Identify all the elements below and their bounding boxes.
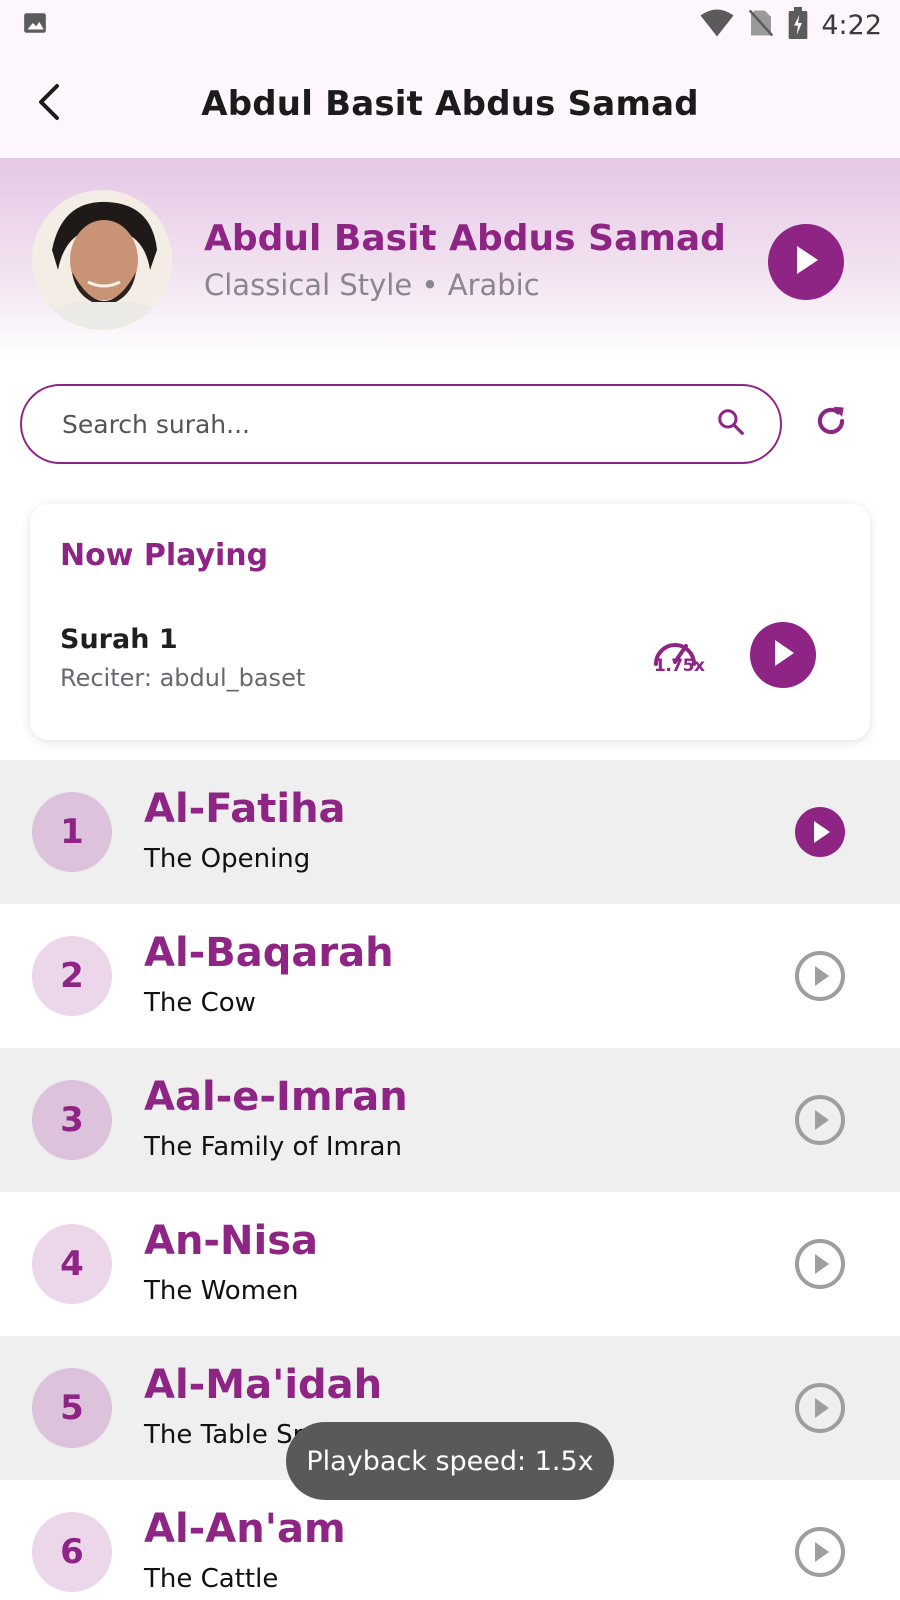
play-button[interactable] [792, 948, 848, 1004]
search-icon[interactable] [716, 407, 746, 442]
surah-number: 1 [32, 792, 112, 872]
surah-meaning: The Women [144, 1276, 299, 1306]
refresh-icon [812, 402, 850, 445]
surah-name: Al-Ma'idah [144, 1362, 383, 1408]
surah-meaning: The Opening [144, 844, 311, 874]
reciter-avatar [32, 190, 172, 330]
play-button[interactable] [792, 1380, 848, 1436]
surah-name: Al-An'am [144, 1506, 346, 1552]
surah-name: Aal-e-Imran [144, 1074, 408, 1120]
reciter-subtitle: Classical Style • Arabic [204, 268, 540, 302]
play-button[interactable] [792, 804, 848, 860]
search-box[interactable] [20, 384, 782, 464]
surah-number: 3 [32, 1080, 112, 1160]
no-sim-icon [747, 8, 775, 43]
play-icon [770, 638, 796, 673]
surah-number: 4 [32, 1224, 112, 1304]
play-outline-icon [795, 1383, 845, 1433]
now-playing-title: Now Playing [60, 538, 269, 573]
status-time: 4:22 [821, 9, 882, 41]
playback-speed-button[interactable]: 1.75x [650, 632, 708, 682]
surah-meaning: The Cattle [144, 1564, 279, 1594]
play-outline-icon [795, 1527, 845, 1577]
speed-label: 1.75x [654, 656, 705, 676]
surah-row[interactable]: 3 Aal-e-Imran The Family of Imran [0, 1048, 900, 1192]
play-filled-icon [795, 807, 845, 857]
surah-number: 2 [32, 936, 112, 1016]
back-button[interactable] [24, 80, 72, 128]
arrow-back-icon [33, 82, 63, 127]
surah-number: 5 [32, 1368, 112, 1448]
surah-number: 6 [32, 1512, 112, 1592]
play-outline-icon [795, 1239, 845, 1289]
surah-name: An-Nisa [144, 1218, 319, 1264]
status-icons: 4:22 [699, 6, 882, 44]
play-button[interactable] [792, 1524, 848, 1580]
now-playing-card: Now Playing Surah 1 Reciter: abdul_baset… [30, 504, 870, 740]
surah-row[interactable]: 2 Al-Baqarah The Cow [0, 904, 900, 1048]
now-playing-reciter: Reciter: abdul_baset [60, 664, 306, 692]
play-all-button[interactable] [768, 224, 844, 300]
now-playing-surah: Surah 1 [60, 624, 178, 655]
play-button[interactable] [792, 1236, 848, 1292]
status-bar: 4:22 [0, 0, 900, 50]
now-playing-play-button[interactable] [750, 622, 816, 688]
page-title: Abdul Basit Abdus Samad [201, 84, 699, 124]
image-icon [22, 10, 48, 41]
reciter-header: Abdul Basit Abdus Samad Classical Style … [0, 158, 900, 358]
search-input[interactable] [62, 409, 716, 439]
surah-meaning: The Family of Imran [144, 1132, 402, 1162]
surah-name: Al-Baqarah [144, 930, 394, 976]
reciter-name: Abdul Basit Abdus Samad [204, 218, 726, 259]
play-button[interactable] [792, 1092, 848, 1148]
surah-meaning: The Cow [144, 988, 256, 1018]
play-outline-icon [795, 1095, 845, 1145]
surah-row[interactable]: 4 An-Nisa The Women [0, 1192, 900, 1336]
battery-charging-icon [787, 6, 809, 44]
play-outline-icon [795, 951, 845, 1001]
refresh-button[interactable] [806, 398, 856, 448]
app-bar: Abdul Basit Abdus Samad [0, 50, 900, 158]
playback-speed-toast: Playback speed: 1.5x [286, 1422, 614, 1500]
wifi-icon [699, 8, 735, 43]
play-icon [791, 243, 821, 282]
surah-row[interactable]: 1 Al-Fatiha The Opening [0, 760, 900, 904]
surah-name: Al-Fatiha [144, 786, 346, 832]
